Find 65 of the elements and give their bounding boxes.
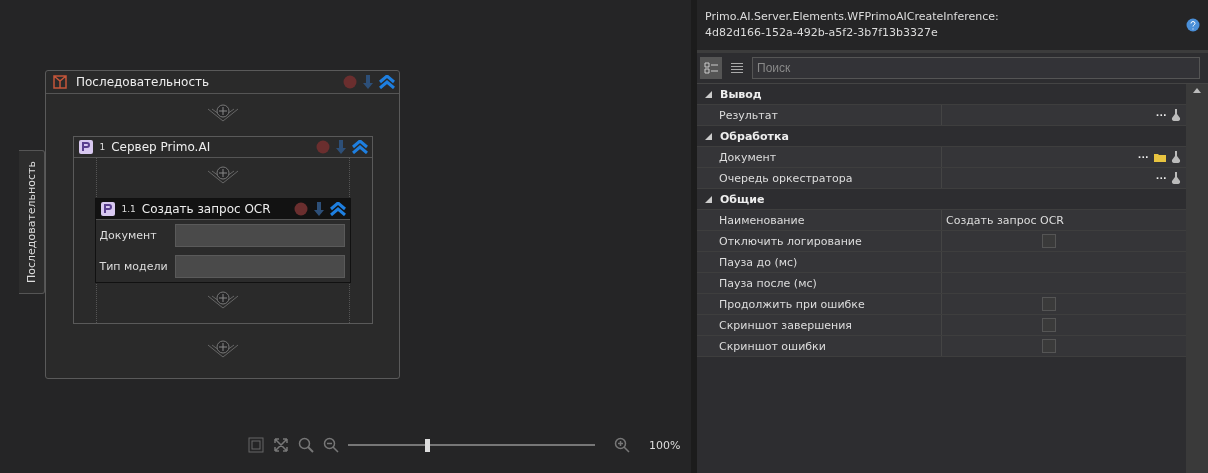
- expanded-icon[interactable]: [705, 132, 712, 140]
- activity-index: 1: [99, 142, 106, 152]
- ellipsis-button[interactable]: ···: [1156, 172, 1167, 184]
- add-activity-icon[interactable]: [206, 340, 239, 358]
- input-field[interactable]: [174, 224, 345, 247]
- help-icon[interactable]: [1186, 18, 1200, 32]
- add-activity-icon[interactable]: [206, 166, 239, 184]
- stop-icon[interactable]: [293, 202, 308, 216]
- flask-icon[interactable]: [1171, 108, 1181, 122]
- flask-icon[interactable]: [1171, 150, 1181, 164]
- fit-screen-icon[interactable]: [273, 437, 289, 453]
- zoom-in-icon[interactable]: [614, 437, 630, 453]
- slider-thumb[interactable]: [425, 438, 431, 452]
- checkbox[interactable]: [1042, 339, 1056, 353]
- search-icon[interactable]: [298, 437, 314, 453]
- category-name: Общие: [720, 192, 765, 206]
- overview-icon[interactable]: [248, 437, 264, 453]
- property-name: Наименование: [697, 210, 941, 230]
- collapse-icon[interactable]: [379, 75, 395, 89]
- field-label: Тип модели: [99, 260, 168, 273]
- list-icon[interactable]: [730, 62, 744, 74]
- property-value[interactable]: Создать запрос OCR: [941, 210, 1186, 230]
- categorized-icon[interactable]: [704, 62, 718, 74]
- input-field[interactable]: [174, 255, 345, 278]
- field-label: Документ: [99, 229, 157, 242]
- side-tab[interactable]: Последовательность: [19, 150, 45, 294]
- scroll-up-icon[interactable]: [1193, 88, 1201, 93]
- category-name: Вывод: [720, 87, 762, 101]
- activity-icon: [99, 201, 116, 217]
- ellipsis-button[interactable]: ···: [1156, 109, 1167, 121]
- property-name: Отключить логирование: [697, 231, 941, 251]
- down-arrow-icon[interactable]: [363, 75, 373, 89]
- flask-icon[interactable]: [1171, 171, 1181, 185]
- property-name: Результат: [697, 105, 941, 125]
- down-arrow-icon[interactable]: [335, 140, 346, 154]
- checkbox[interactable]: [1042, 234, 1056, 248]
- category-name: Обработка: [720, 129, 789, 143]
- collapse-icon[interactable]: [329, 202, 346, 216]
- property-name: Очередь оркестратора: [697, 168, 941, 188]
- expanded-icon[interactable]: [705, 195, 712, 203]
- activity-index: 1.1: [121, 204, 136, 214]
- element-title: Primo.AI.Server.Elements.WFPrimoAICreateInference: 4d82d166-152a-492b-a5f2-3b7f13b3327e: [705, 9, 1000, 41]
- sequence-icon: [50, 74, 70, 90]
- zoom-level: 100%: [649, 438, 681, 452]
- property-name: Продолжить при ошибке: [697, 294, 941, 314]
- sequence-title: Последовательность: [76, 75, 211, 89]
- property-name: Скриншот ошибки: [697, 336, 941, 356]
- property-name: Пауза до (мс): [697, 252, 941, 272]
- down-arrow-icon[interactable]: [313, 202, 324, 216]
- checkbox[interactable]: [1042, 318, 1056, 332]
- collapse-icon[interactable]: [351, 140, 368, 154]
- property-name: Скриншот завершения: [697, 315, 941, 335]
- ellipsis-button[interactable]: ···: [1138, 151, 1149, 163]
- activity-icon: [77, 139, 94, 155]
- zoom-out-icon[interactable]: [323, 437, 339, 453]
- search-field[interactable]: Поиск: [752, 57, 1200, 79]
- add-activity-icon[interactable]: [206, 291, 239, 309]
- expanded-icon[interactable]: [705, 90, 712, 98]
- property-name: Пауза после (мс): [697, 273, 941, 293]
- activity-title: Сервер Primo.AI: [111, 140, 212, 154]
- folder-icon[interactable]: [1153, 151, 1167, 163]
- property-name: Документ: [697, 147, 941, 167]
- add-activity-icon[interactable]: [206, 104, 239, 122]
- activity-title: Создать запрос OCR: [141, 202, 272, 216]
- checkbox[interactable]: [1042, 297, 1056, 311]
